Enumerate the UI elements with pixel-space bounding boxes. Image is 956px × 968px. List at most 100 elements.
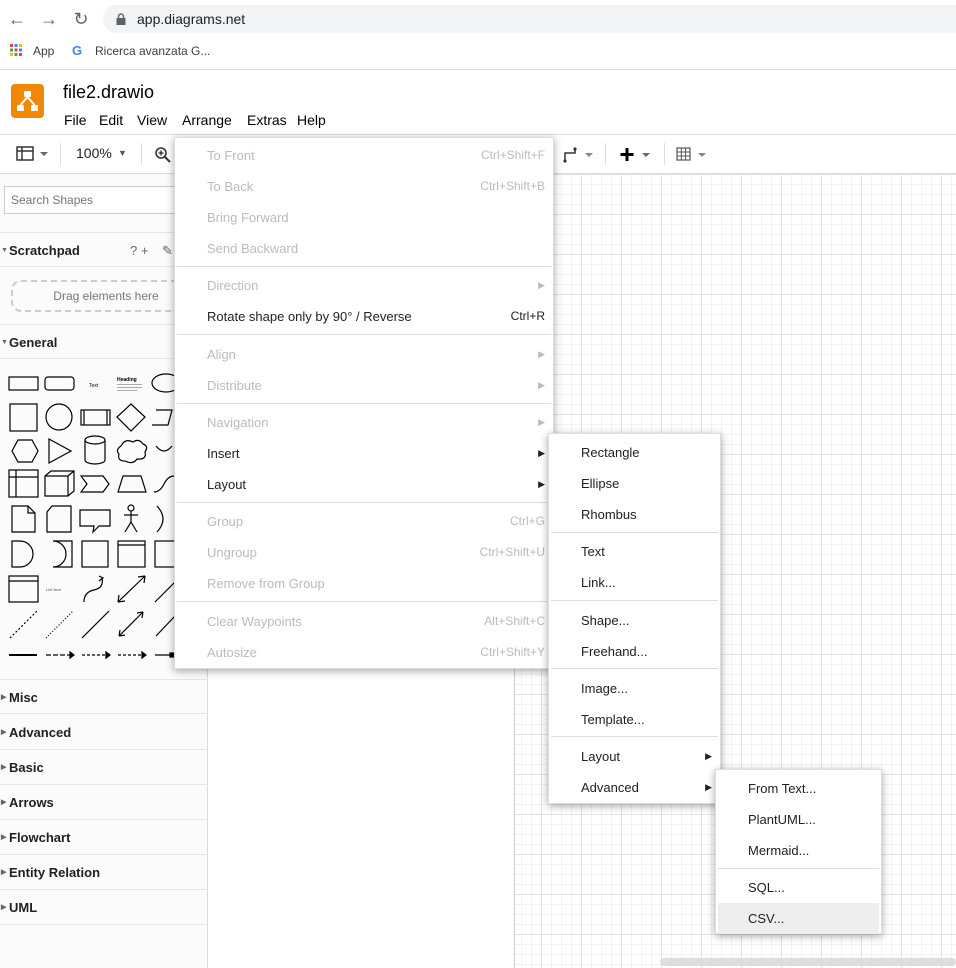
caret-right-icon: ▶ (1, 694, 7, 701)
menu-separator (177, 334, 551, 335)
menu-item-label: Bring Forward (207, 210, 289, 225)
menu-item-advanced[interactable]: Advanced ▶ (549, 772, 720, 803)
menu-item-plantuml[interactable]: PlantUML... (716, 804, 881, 835)
caret-down-icon: ▼ (1, 247, 8, 254)
lock-icon (116, 13, 126, 25)
format-panel-icon[interactable] (16, 146, 48, 162)
back-icon[interactable]: ← (6, 8, 28, 30)
sidebar-section-misc[interactable]: ▶ Misc (0, 679, 208, 714)
menu-item-label: To Back (207, 179, 254, 194)
caret-right-icon: ▶ (1, 904, 7, 911)
menu-item-label: Advanced (581, 780, 639, 795)
edit-pencil-icon[interactable]: ✎ (162, 233, 173, 268)
insert-plus-icon[interactable] (620, 147, 654, 163)
zoom-level[interactable]: 100% (76, 145, 112, 161)
browser-address-bar: ← → ↻ app.diagrams.net (0, 0, 956, 38)
menu-item-to-front: To Front Ctrl+Shift+F (175, 140, 553, 171)
menu-item-ungroup: Ungroup Ctrl+Shift+U (175, 537, 553, 568)
sidebar-section-advanced[interactable]: ▶ Advanced (0, 715, 208, 750)
sidebar-section-arrows[interactable]: ▶ Arrows (0, 785, 208, 820)
menu-item-insert[interactable]: Insert ▶ (175, 438, 553, 469)
menu-item-rhombus[interactable]: Rhombus (549, 499, 720, 530)
menu-arrange[interactable]: Arrange (182, 112, 232, 128)
sidebar-section-flowchart[interactable]: ▶ Flowchart (0, 820, 208, 855)
advanced-submenu: From Text... PlantUML... Mermaid... SQL.… (715, 769, 882, 934)
menu-item-label: Text (581, 544, 605, 559)
table-icon[interactable] (676, 147, 710, 163)
menu-item-shortcut: Ctrl+Shift+B (480, 179, 545, 193)
submenu-arrow-icon: ▶ (538, 479, 545, 489)
menu-item-freehand[interactable]: Freehand... (549, 636, 720, 667)
app-header: file2.drawio File Edit View Arrange Extr… (0, 70, 956, 134)
menu-item-label: Freehand... (581, 644, 648, 659)
submenu-arrow-icon: ▶ (705, 782, 712, 792)
menu-item-mermaid[interactable]: Mermaid... (716, 835, 881, 866)
menu-item-label: SQL... (748, 880, 785, 895)
section-label: Arrows (9, 795, 54, 810)
scratchpad-drop-zone[interactable]: Drag elements here (11, 280, 201, 312)
search-shapes-input[interactable] (4, 186, 194, 214)
menu-help[interactable]: Help (297, 112, 326, 128)
sidebar-section-entity-relation[interactable]: ▶ Entity Relation (0, 855, 208, 890)
waypoint-style-icon[interactable] (563, 147, 595, 163)
menu-item-navigation: Navigation ▶ (175, 407, 553, 438)
menu-item-label: Navigation (207, 415, 269, 430)
menu-separator (551, 668, 718, 669)
reload-icon[interactable]: ↻ (70, 8, 92, 30)
menu-file[interactable]: File (64, 112, 87, 128)
scratchpad-tools[interactable]: ? + (130, 233, 148, 268)
google-icon: G (72, 43, 83, 58)
submenu-arrow-icon: ▶ (538, 380, 545, 390)
menu-item-template[interactable]: Template... (549, 704, 720, 735)
menu-extras[interactable]: Extras (247, 112, 287, 128)
menu-item-sql[interactable]: SQL... (716, 872, 881, 903)
menu-item-text[interactable]: Text (549, 536, 720, 567)
file-title[interactable]: file2.drawio (63, 82, 154, 103)
section-label: Advanced (9, 725, 72, 740)
menu-item-label: Mermaid... (748, 843, 810, 858)
menu-item-image[interactable]: Image... (549, 673, 720, 704)
menu-item-rectangle[interactable]: Rectangle (549, 437, 720, 468)
menu-item-from-text[interactable]: From Text... (716, 773, 881, 804)
menu-item-layout[interactable]: Layout ▶ (175, 469, 553, 500)
menu-separator (177, 502, 551, 503)
menu-item-label: Layout (207, 477, 247, 492)
menu-item-insert-layout[interactable]: Layout ▶ (549, 741, 720, 772)
forward-icon[interactable]: → (38, 8, 60, 30)
menu-item-label: Layout (581, 749, 621, 764)
sidebar-section-uml[interactable]: ▶ UML (0, 890, 208, 925)
submenu-arrow-icon: ▶ (538, 417, 545, 427)
menu-item-shape[interactable]: Shape... (549, 605, 720, 636)
menu-item-csv[interactable]: CSV... (718, 903, 879, 934)
menu-item-distribute: Distribute ▶ (175, 370, 553, 401)
drawio-logo (11, 84, 44, 118)
url-field[interactable]: app.diagrams.net (103, 5, 956, 33)
caret-right-icon: ▶ (1, 869, 7, 876)
menu-item-label: Template... (581, 712, 645, 727)
zoom-in-icon[interactable] (155, 147, 171, 163)
section-label: Flowchart (9, 830, 71, 845)
horizontal-scrollbar[interactable] (660, 958, 956, 966)
sidebar-section-basic[interactable]: ▶ Basic (0, 750, 208, 785)
menu-view[interactable]: View (137, 112, 167, 128)
menu-edit[interactable]: Edit (99, 112, 123, 128)
bookmark-ricerca[interactable]: Ricerca avanzata G... (95, 44, 210, 58)
menu-item-label: To Front (207, 148, 255, 163)
menu-item-rotate-shape[interactable]: Rotate shape only by 90° / Reverse Ctrl+R (175, 301, 553, 332)
apps-grid-icon[interactable] (10, 44, 22, 56)
menu-separator (551, 532, 718, 533)
menu-item-ellipse[interactable]: Ellipse (549, 468, 720, 499)
menu-item-label: Rotate shape only by 90° / Reverse (207, 309, 412, 324)
menu-item-label: Rhombus (581, 507, 637, 522)
bookmark-apps[interactable]: App (33, 44, 54, 58)
menu-item-label: Ungroup (207, 545, 257, 560)
shape-list-item-label: List Item (46, 587, 62, 592)
menu-separator (551, 736, 718, 737)
menu-item-remove-from-group: Remove from Group (175, 568, 553, 599)
menu-item-label: Rectangle (581, 445, 640, 460)
caret-right-icon: ▶ (1, 729, 7, 736)
shape-text-label: Text (89, 383, 99, 389)
menu-item-link[interactable]: Link... (549, 567, 720, 598)
zoom-dropdown-icon[interactable]: ▼ (118, 148, 127, 158)
caret-right-icon: ▶ (1, 799, 7, 806)
